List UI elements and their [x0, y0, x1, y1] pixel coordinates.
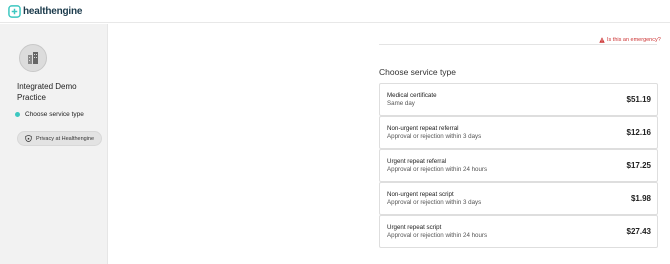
emergency-label: Is this an emergency?: [607, 37, 661, 43]
service-name: Medical certificate: [387, 92, 437, 99]
active-step-dot: [15, 112, 20, 117]
section-title: Choose service type: [379, 67, 457, 77]
service-description: Approval or rejection within 3 days: [387, 199, 482, 206]
service-description: Approval or rejection within 3 days: [387, 133, 482, 140]
header-divider: [379, 44, 657, 45]
sidebar: Integrated Demo Practice Choose service …: [0, 24, 108, 264]
service-description: Same day: [387, 100, 415, 107]
practice-name: Integrated Demo Practice: [17, 82, 77, 102]
service-description: Approval or rejection within 24 hours: [387, 166, 488, 173]
privacy-label: Privacy at Healthengine: [35, 135, 95, 142]
service-option-non-urgent-repeat-script[interactable]: Non-urgent repeat script Approval or rej…: [379, 182, 658, 215]
service-price: $17.25: [626, 161, 651, 170]
shield-icon: [25, 135, 32, 142]
healthengine-logo[interactable]: healthengine: [8, 5, 82, 18]
service-price: $12.16: [626, 128, 651, 137]
service-description: Approval or rejection within 24 hours: [387, 232, 488, 239]
warning-icon: [599, 37, 605, 43]
top-bar: healthengine: [0, 0, 670, 23]
step-label: Choose service type: [25, 111, 84, 118]
practice-building-icon: [19, 44, 47, 72]
service-option-medical-certificate[interactable]: Medical certificate Same day $51.19: [379, 83, 658, 116]
privacy-button[interactable]: Privacy at Healthengine: [17, 131, 102, 146]
service-name: Non-urgent repeat referral: [387, 125, 459, 132]
service-price: $51.19: [626, 95, 651, 104]
service-list: Medical certificate Same day $51.19 Non-…: [379, 83, 658, 248]
service-name: Urgent repeat referral: [387, 158, 447, 165]
service-name: Urgent repeat script: [387, 224, 442, 231]
brand-name: healthengine: [23, 6, 83, 17]
service-name: Non-urgent repeat script: [387, 191, 454, 198]
service-price: $1.98: [630, 194, 651, 203]
step-choose-service-type: Choose service type: [15, 111, 84, 118]
service-option-urgent-repeat-script[interactable]: Urgent repeat script Approval or rejecti…: [379, 215, 658, 248]
service-option-non-urgent-repeat-referral[interactable]: Non-urgent repeat referral Approval or r…: [379, 116, 658, 149]
service-price: $27.43: [626, 227, 651, 236]
service-option-urgent-repeat-referral[interactable]: Urgent repeat referral Approval or rejec…: [379, 149, 658, 182]
healthengine-logo-icon: [8, 5, 21, 18]
emergency-link[interactable]: Is this an emergency?: [599, 37, 661, 43]
